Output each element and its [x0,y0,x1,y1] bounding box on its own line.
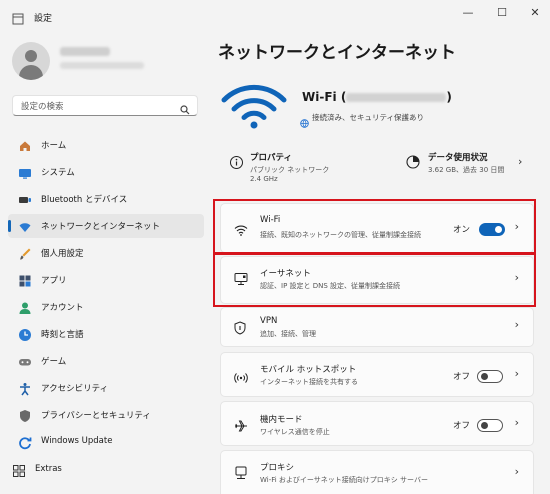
hotspot-card-subtitle: インターネット接続を共有する [260,378,358,386]
brush-icon [18,246,32,260]
sidebar-item-label: Windows Update [41,436,113,446]
windows-update-icon [18,435,32,450]
minimize-button[interactable]: — [453,4,483,22]
highlight-frame-ethernet [213,253,536,307]
sidebar-item-label: アクセシビリティ [41,384,109,394]
airplane-card-title: 機内モード [260,415,303,425]
search-input[interactable]: 設定の検索 [21,100,64,112]
page-title: ネットワークとインターネット [218,43,456,63]
bluetooth-icon [18,192,32,206]
system-icon [18,165,32,179]
sidebar-item-network[interactable]: ネットワークとインターネット [8,214,204,238]
sidebar-item-personalization[interactable]: 個人用設定 [8,241,204,265]
sidebar-item-time-language[interactable]: 時刻と言語 [8,322,204,346]
sidebar-item-label: アカウント [41,303,84,313]
gamepad-icon [18,354,32,368]
globe-icon [300,113,309,132]
properties-link[interactable]: プロパティ パブリック ネットワーク 2.4 GHz [224,150,384,186]
accessibility-icon [18,381,32,396]
shield-icon [18,408,32,422]
avatar[interactable] [12,42,50,80]
sidebar-item-label: アプリ [41,276,67,286]
extras-icon [12,463,26,477]
hotspot-toggle[interactable] [477,370,503,383]
sidebar-item-label: Extras [35,464,62,474]
sidebar-item-extras[interactable]: Extras [2,458,198,482]
hotspot-icon [234,369,248,388]
vpn-card-subtitle: 追加、接続、管理 [260,330,316,338]
sidebar-item-accounts[interactable]: アカウント [8,295,204,319]
chevron-right-icon: › [514,465,519,478]
sidebar-item-gaming[interactable]: ゲーム [8,349,204,373]
window-title: 設定 [34,14,53,24]
sidebar-item-apps[interactable]: アプリ [8,268,204,292]
connection-status: 接続済み、セキュリティ保護あり [312,113,425,122]
info-icon [230,154,243,173]
airplane-toggle[interactable] [477,419,503,432]
account-icon [18,300,32,314]
sidebar-item-label: Bluetooth とデバイス [41,195,128,205]
hotspot-card-title: モバイル ホットスポット [260,365,357,375]
app-icon [12,10,24,29]
vpn-card-title: VPN [260,316,278,326]
sidebar-item-privacy[interactable]: プライバシーとセキュリティ [8,403,204,427]
chevron-right-icon: › [518,155,523,168]
sidebar-item-bluetooth[interactable]: Bluetooth とデバイス [8,187,204,211]
active-indicator [8,220,11,232]
proxy-card-subtitle: Wi-Fi およびイーサネット接続向けプロキシ サーバー [260,476,428,484]
airplane-mode-card[interactable]: 機内モード ワイヤレス通信を停止 オフ › [220,401,534,446]
properties-band: 2.4 GHz [250,175,278,183]
highlight-frame-wifi [213,199,536,254]
search-icon[interactable] [180,100,190,119]
proxy-card[interactable]: プロキシ Wi-Fi およびイーサネット接続向けプロキシ サーバー › [220,450,534,494]
data-usage-title: データ使用状況 [428,153,488,163]
wifi-connected-icon [220,82,288,134]
hotspot-toggle-label: オフ [453,372,471,382]
airplane-card-subtitle: ワイヤレス通信を停止 [260,428,330,436]
sidebar-item-label: 個人用設定 [41,249,84,259]
properties-title: プロパティ [250,153,292,163]
sidebar-item-label: システム [41,168,75,178]
sidebar-item-label: 時刻と言語 [41,330,84,340]
home-icon [18,138,32,152]
sidebar-item-label: ネットワークとインターネット [41,222,161,232]
user-name-blurred [60,47,110,56]
airplane-toggle-label: オフ [453,421,471,431]
airplane-icon [234,418,248,437]
network-icon [18,219,32,233]
data-usage-link[interactable]: データ使用状況 3.62 GB、過去 30 日間 › [406,150,534,180]
sidebar-item-system[interactable]: システム [8,160,204,184]
sidebar-item-label: ホーム [41,141,67,151]
proxy-card-title: プロキシ [260,463,295,473]
connection-name: Wi-Fi () [302,90,452,104]
apps-icon [18,273,32,287]
chevron-right-icon: › [514,416,519,429]
proxy-icon [234,465,248,484]
search-box[interactable]: 設定の検索 [12,95,198,116]
sidebar-item-label: ゲーム [41,357,67,367]
close-button[interactable]: ✕ [520,4,550,22]
data-usage-amount: 3.62 GB、過去 30 日間 [428,166,505,174]
connection-name-prefix: Wi-Fi ( [302,90,347,104]
user-email-blurred [60,62,144,69]
chevron-right-icon: › [514,367,519,380]
ssid-blurred [346,93,447,102]
properties-network-type: パブリック ネットワーク [250,166,330,174]
sidebar-item-windows-update[interactable]: Windows Update [8,430,204,454]
time-language-icon [18,327,32,341]
vpn-card[interactable]: VPN 追加、接続、管理 › [220,307,534,347]
vpn-shield-icon [234,320,246,339]
sidebar-item-home[interactable]: ホーム [8,133,204,157]
sidebar-item-label: プライバシーとセキュリティ [41,411,151,421]
data-usage-icon [406,154,420,173]
connection-name-suffix: ) [446,90,452,104]
hotspot-card[interactable]: モバイル ホットスポット インターネット接続を共有する オフ › [220,352,534,397]
sidebar-item-accessibility[interactable]: アクセシビリティ [8,376,204,400]
maximize-button[interactable]: ☐ [487,4,517,22]
chevron-right-icon: › [514,318,519,331]
